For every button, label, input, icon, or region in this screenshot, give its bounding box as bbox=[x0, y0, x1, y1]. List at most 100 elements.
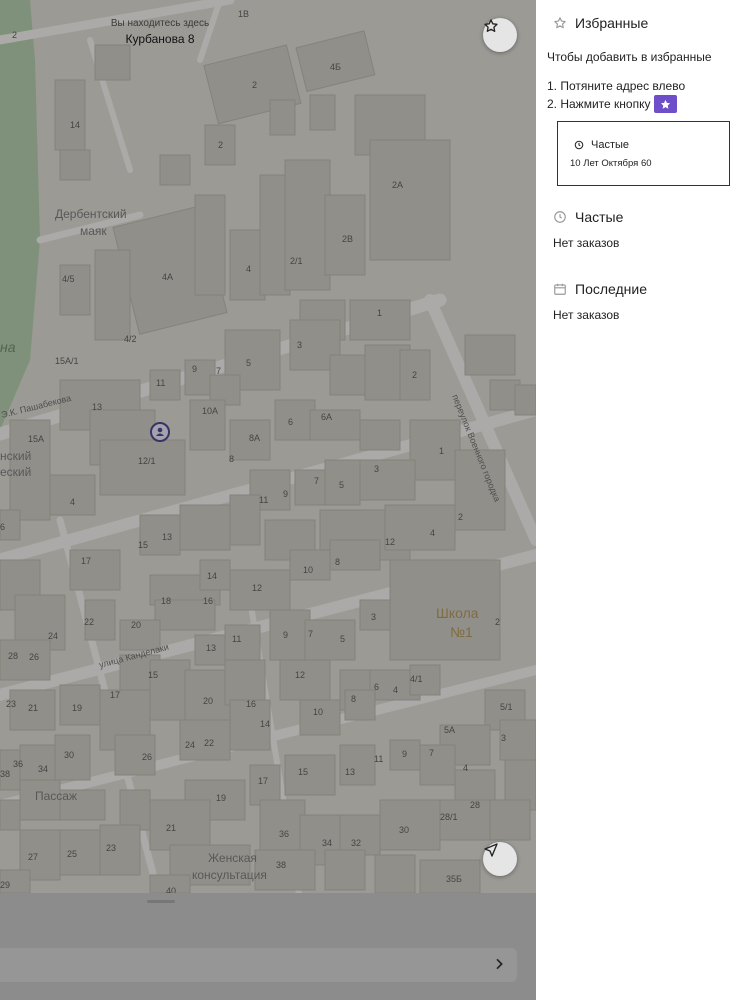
house-number: 9 bbox=[402, 749, 407, 759]
house-number: 2А bbox=[392, 180, 403, 190]
clock-icon bbox=[574, 140, 584, 150]
house-number: 4 bbox=[463, 763, 468, 773]
poi-label-frag-1: нский bbox=[0, 449, 31, 463]
map-canvas[interactable]: Э.К. Пашабекова улица Канделаки переулок… bbox=[0, 0, 536, 1000]
frequent-title: Частые bbox=[575, 209, 624, 225]
park-label: на bbox=[0, 339, 16, 355]
house-number: 2/1 bbox=[290, 256, 303, 266]
chevron-right-icon[interactable] bbox=[491, 956, 507, 972]
house-number: 2 bbox=[412, 370, 417, 380]
house-number: 17 bbox=[81, 556, 91, 566]
favorite-map-button[interactable] bbox=[483, 18, 517, 52]
sheet-row[interactable] bbox=[0, 948, 517, 982]
recent-title: Последние bbox=[575, 281, 648, 297]
sheet-drag-handle[interactable] bbox=[147, 900, 175, 903]
house-number: 12 bbox=[295, 670, 305, 680]
house-number: 15А bbox=[28, 434, 44, 444]
house-number: 5 bbox=[246, 358, 251, 368]
house-number: 7 bbox=[308, 629, 313, 639]
house-number: 36 bbox=[13, 759, 23, 769]
house-number: 14 bbox=[260, 719, 270, 729]
house-number: 15 bbox=[138, 540, 148, 550]
house-number: 30 bbox=[399, 825, 409, 835]
house-number: 13 bbox=[206, 643, 216, 653]
house-number: 30 bbox=[64, 750, 74, 760]
house-number: 29 bbox=[0, 880, 10, 890]
house-number: 18 bbox=[161, 596, 171, 606]
frequent-empty: Нет заказов bbox=[553, 236, 620, 250]
house-number: 7 bbox=[216, 366, 221, 376]
house-number: 5/1 bbox=[500, 702, 513, 712]
house-number: 32 bbox=[351, 838, 361, 848]
favorites-step-2-text: 2. Нажмите кнопку bbox=[547, 97, 651, 111]
house-number: 15 bbox=[298, 767, 308, 777]
house-number: 1 bbox=[377, 308, 382, 318]
house-number: 8 bbox=[351, 694, 356, 704]
location-hint: Вы находитесь здесь bbox=[110, 18, 210, 29]
user-location-marker bbox=[150, 422, 170, 442]
house-number: 5 bbox=[340, 634, 345, 644]
frequent-header: Частые bbox=[553, 209, 623, 225]
house-number: 6 bbox=[0, 522, 5, 532]
poi-label-mayak-2: маяк bbox=[80, 224, 107, 238]
house-number: 11 bbox=[259, 495, 268, 505]
house-number: 13 bbox=[345, 767, 355, 777]
house-number: 9 bbox=[283, 630, 288, 640]
my-location-button[interactable] bbox=[483, 842, 517, 876]
demo-card-category-label: Частые bbox=[591, 139, 630, 151]
house-number: 25 bbox=[67, 849, 77, 859]
house-number: 23 bbox=[6, 699, 16, 709]
house-number: 27 bbox=[28, 852, 38, 862]
house-number: 21 bbox=[28, 703, 38, 713]
house-number: 21 bbox=[166, 823, 176, 833]
house-number: 22 bbox=[204, 738, 214, 748]
star-outline-icon bbox=[553, 16, 567, 30]
house-number: 2 bbox=[495, 617, 500, 627]
house-number: 28 bbox=[470, 800, 480, 810]
favorites-demo-card: Частые 10 Лет Октября 60 bbox=[557, 121, 730, 186]
favorites-title: Избранные bbox=[575, 15, 649, 31]
house-number: 4 bbox=[246, 264, 251, 274]
star-icon bbox=[654, 95, 678, 113]
location-address[interactable]: Курбанова 8 bbox=[0, 32, 320, 46]
calendar-icon bbox=[553, 282, 567, 296]
house-number: 15А/1 bbox=[55, 356, 79, 366]
house-number: 28 bbox=[8, 651, 18, 661]
house-number: 3 bbox=[374, 464, 379, 474]
house-number: 8 bbox=[335, 557, 340, 567]
poi-label-clinic-2: консультация bbox=[192, 868, 267, 882]
recent-header: Последние bbox=[553, 281, 647, 297]
poi-label-school: Школа bbox=[436, 605, 479, 621]
house-number: 4Б bbox=[330, 62, 341, 72]
house-number: 11 bbox=[374, 754, 383, 764]
favorites-header: Избранные bbox=[553, 15, 648, 31]
favorites-step-2: 2. Нажмите кнопку bbox=[547, 95, 678, 113]
house-number: 3 bbox=[297, 340, 302, 350]
clock-icon bbox=[553, 210, 567, 224]
house-number: 3 bbox=[501, 733, 506, 743]
house-number: 13 bbox=[92, 402, 102, 412]
house-number: 26 bbox=[29, 652, 39, 662]
house-number: 7 bbox=[314, 476, 319, 486]
bottom-sheet[interactable] bbox=[0, 893, 536, 1000]
map-view[interactable]: Э.К. Пашабекова улица Канделаки переулок… bbox=[0, 0, 536, 1000]
favorites-step-1: 1. Потяните адрес влево bbox=[547, 79, 686, 93]
house-number: 3 bbox=[371, 612, 376, 622]
house-number: 1 bbox=[439, 446, 444, 456]
house-number: 34 bbox=[38, 764, 48, 774]
house-number: 14 bbox=[70, 120, 80, 130]
house-number: 34 bbox=[322, 838, 332, 848]
house-number: 11 bbox=[156, 378, 165, 388]
house-number: 7 bbox=[429, 748, 434, 758]
house-number: 38 bbox=[0, 769, 10, 779]
house-number: 15 bbox=[148, 670, 158, 680]
buildings bbox=[0, 30, 536, 894]
house-number: 17 bbox=[258, 776, 268, 786]
house-number: 35Б bbox=[446, 874, 462, 884]
house-number: 36 bbox=[279, 829, 289, 839]
park-area bbox=[0, 0, 40, 430]
house-number: 6 bbox=[288, 417, 293, 427]
house-number: 4 bbox=[393, 685, 398, 695]
house-number: 14 bbox=[207, 571, 217, 581]
house-number: 19 bbox=[216, 793, 226, 803]
